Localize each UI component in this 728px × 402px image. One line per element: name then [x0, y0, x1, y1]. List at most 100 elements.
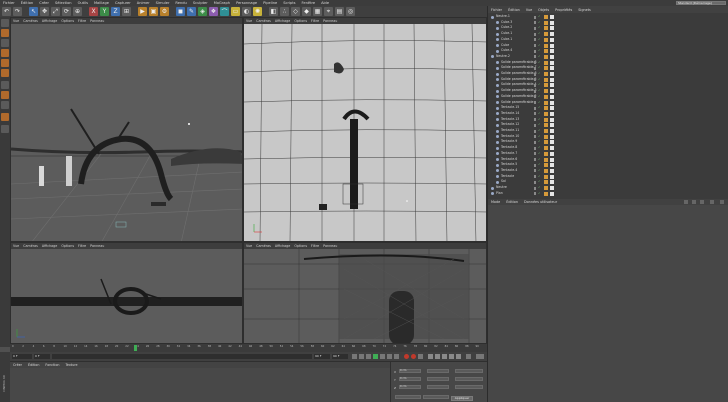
texture-tag-icon[interactable]	[550, 89, 554, 94]
menu-panel[interactable]: Panneau	[321, 19, 339, 23]
menu-item[interactable]: Fenêtre	[299, 1, 319, 5]
tag-icon[interactable]	[544, 146, 548, 151]
tag-icon[interactable]	[544, 54, 548, 59]
viewport-perspective[interactable]: Vue Caméras Affichage Options Filtre Pan…	[10, 17, 243, 242]
texture-tag-icon[interactable]	[550, 94, 554, 99]
tag-icon[interactable]	[544, 123, 548, 128]
menu-display[interactable]: Affichage	[273, 19, 293, 23]
menu-options[interactable]: Options	[292, 19, 309, 23]
bend-deformer-icon[interactable]: ⌒	[220, 7, 229, 16]
texture-tag-icon[interactable]	[550, 140, 554, 145]
menu-item[interactable]: Maillage	[91, 1, 112, 5]
tag-icon[interactable]	[544, 186, 548, 190]
texture-tag-icon[interactable]	[550, 180, 554, 185]
texture-tag-icon[interactable]	[550, 151, 554, 156]
y-axis-icon[interactable]: Y	[100, 7, 109, 16]
tag-icon[interactable]	[544, 117, 548, 122]
redo-icon[interactable]: ↷	[13, 7, 22, 16]
visibility-dots-icon[interactable]	[534, 123, 536, 127]
tag-icon[interactable]	[544, 174, 548, 179]
tag-icon[interactable]	[544, 100, 548, 105]
polygons-mode-icon[interactable]: ◆	[302, 7, 311, 16]
tag-icon[interactable]	[544, 163, 548, 168]
visibility-dots-icon[interactable]	[534, 61, 536, 65]
visibility-dots-icon[interactable]	[534, 101, 536, 104]
visibility-dots-icon[interactable]	[534, 163, 536, 167]
prev-key-icon[interactable]	[359, 354, 364, 359]
position-key-icon[interactable]	[428, 354, 433, 359]
menu-item[interactable]: MoGraph	[211, 1, 233, 5]
visibility-dots-icon[interactable]	[534, 83, 536, 87]
mm-menu-texture[interactable]: Texture	[62, 363, 80, 367]
workplane-mode-icon[interactable]	[1, 39, 9, 47]
coord-b-field[interactable]	[455, 385, 483, 389]
visibility-dots-icon[interactable]	[534, 15, 536, 19]
solo-icon[interactable]: ◎	[346, 7, 355, 16]
visibility-dots-icon[interactable]	[534, 21, 536, 25]
menu-item[interactable]: Créer	[36, 1, 52, 5]
texture-tag-icon[interactable]	[550, 168, 554, 173]
tag-icon[interactable]	[544, 94, 548, 99]
menu-panel[interactable]: Panneau	[321, 244, 339, 248]
start-frame-field[interactable]: 0 F	[34, 354, 50, 359]
timeline-ruler[interactable]: 0 2 4 6 8 10 12 14 16 18 20 22 24 26 28 30 32 34 36 38 40 42 4…	[10, 344, 487, 352]
undo-icon[interactable]: ↶	[2, 7, 11, 16]
visibility-dots-icon[interactable]	[534, 89, 536, 93]
menu-item[interactable]: Pipeline	[260, 1, 280, 5]
scale-icon[interactable]: ⤢	[51, 7, 60, 16]
coord-y-field[interactable]: 0 cm	[399, 377, 421, 381]
tag-icon[interactable]	[544, 49, 548, 54]
menu-view[interactable]: Vue	[244, 19, 254, 23]
apply-button[interactable]: Appliquer	[451, 396, 473, 401]
menu-cameras[interactable]: Caméras	[21, 19, 40, 23]
edges-mode-icon[interactable]: ◇	[291, 7, 300, 16]
rotate-icon[interactable]: ⟳	[62, 7, 71, 16]
polygon-mode-icon[interactable]	[1, 69, 9, 77]
snapping-icon[interactable]	[1, 101, 9, 109]
tag-icon[interactable]	[544, 66, 548, 71]
pen-spline-icon[interactable]: ✎	[187, 7, 196, 16]
coord-sz-field[interactable]	[427, 385, 449, 389]
goto-start-icon[interactable]	[352, 354, 357, 359]
tag-icon[interactable]	[544, 43, 548, 48]
texture-tag-icon[interactable]	[550, 106, 554, 111]
texture-tag-icon[interactable]	[550, 174, 554, 179]
visibility-dots-icon[interactable]	[534, 44, 536, 47]
menu-item[interactable]: Capturer	[112, 1, 134, 5]
texture-tag-icon[interactable]	[550, 20, 554, 25]
visibility-dots-icon[interactable]	[534, 78, 536, 82]
points-mode-icon[interactable]: ∴	[280, 7, 289, 16]
edge-mode-icon[interactable]	[1, 59, 9, 67]
end-frame-field[interactable]: 90 F	[314, 354, 330, 359]
texture-tag-icon[interactable]	[550, 15, 554, 19]
am-menu-userdata[interactable]: Données utilisateur	[521, 200, 560, 204]
menu-filter[interactable]: Filtre	[76, 19, 88, 23]
timeline-menu-icon[interactable]	[476, 354, 484, 359]
visibility-dots-icon[interactable]	[534, 32, 536, 36]
array-icon[interactable]: ❖	[209, 7, 218, 16]
camera-icon[interactable]: ◐	[242, 7, 251, 16]
menu-item[interactable]: Simuler	[153, 1, 173, 5]
menu-filter[interactable]: Filtre	[309, 244, 321, 248]
visibility-dots-icon[interactable]	[534, 140, 536, 144]
viewport-front[interactable]: Vue Caméras Affichage Options Filtre Pan…	[243, 17, 487, 242]
viewport-solo-icon[interactable]	[1, 125, 9, 133]
menu-cameras[interactable]: Caméras	[254, 244, 273, 248]
visibility-dots-icon[interactable]	[534, 180, 536, 184]
menu-item[interactable]: Sélection	[52, 1, 75, 5]
axis-mode-icon[interactable]	[1, 81, 9, 89]
render-picture-viewer-icon[interactable]: ▣	[149, 7, 158, 16]
tag-icon[interactable]	[544, 60, 548, 65]
visibility-dots-icon[interactable]	[534, 129, 536, 133]
texture-tag-icon[interactable]	[550, 134, 554, 139]
interpolation-icon[interactable]	[466, 354, 471, 359]
object-row[interactable]: Plan ✓	[488, 191, 728, 197]
x-axis-icon[interactable]: X	[89, 7, 98, 16]
coord-sy-field[interactable]	[427, 377, 449, 381]
visibility-dots-icon[interactable]	[534, 169, 536, 173]
menu-item[interactable]: Rendu	[172, 1, 189, 5]
preview-end-field[interactable]: 90 F	[332, 354, 348, 359]
parameter-key-icon[interactable]	[449, 354, 454, 359]
prev-frame-icon[interactable]	[366, 354, 371, 359]
texture-tag-icon[interactable]	[550, 111, 554, 116]
